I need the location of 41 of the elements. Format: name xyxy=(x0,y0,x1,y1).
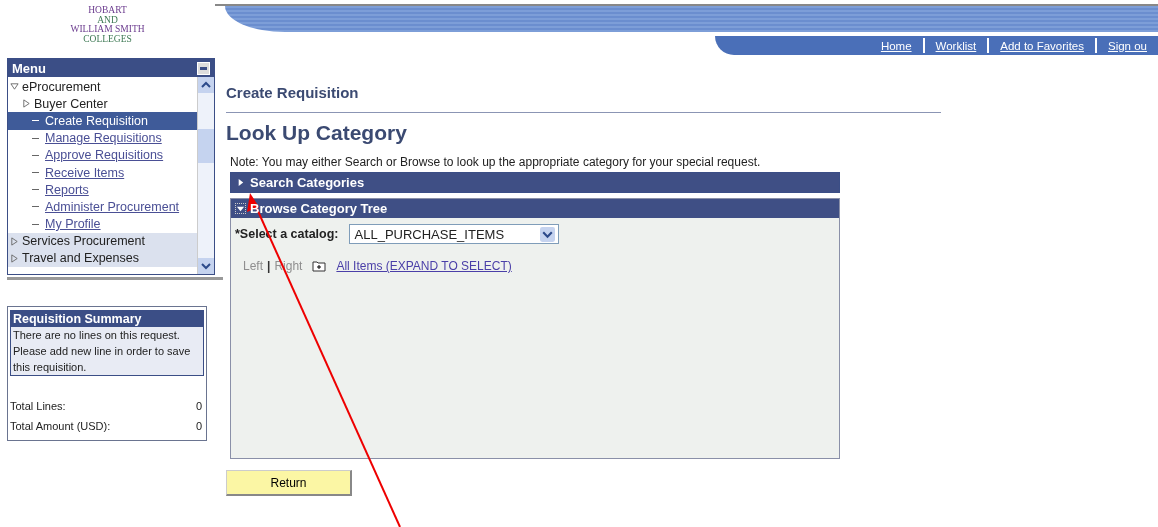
scroll-thumb[interactable] xyxy=(198,128,214,163)
menu-item[interactable]: Buyer Center xyxy=(8,95,197,113)
menu-item[interactable]: My Profile xyxy=(8,215,197,233)
menu-item[interactable]: Manage Requisitions xyxy=(8,129,197,147)
summary-message: There are no lines on this request. xyxy=(12,328,181,343)
summary-message: Please add new line in order to save this requisition. xyxy=(12,344,192,375)
total-value: 0 xyxy=(195,399,202,414)
caret-right-icon xyxy=(22,99,31,109)
total-label: Total Lines: xyxy=(10,399,66,414)
page-heading: Create Requisition xyxy=(226,83,360,101)
note-text: Note: You may either Search or Browse to look up the appropriate category for your special request. xyxy=(230,155,762,169)
menu-item[interactable]: Create Requisition xyxy=(8,112,197,130)
caret-right-icon xyxy=(236,178,245,187)
menu-item[interactable]: Receive Items xyxy=(8,163,197,182)
collapse-icon[interactable] xyxy=(197,61,210,75)
menu-item[interactable]: eProcurement xyxy=(8,78,197,96)
tree-root-link[interactable]: All Items (EXPAND TO SELECT) xyxy=(336,259,512,273)
scroll-up-icon[interactable] xyxy=(198,77,214,93)
menu-item[interactable]: Approve Requisitions xyxy=(8,146,197,164)
caret-down-icon xyxy=(10,82,19,92)
total-value: 0 xyxy=(195,419,202,434)
page-title: Look Up Category xyxy=(226,121,408,145)
caret-down-icon xyxy=(236,204,245,213)
separator-text: | xyxy=(267,259,271,273)
menu-item[interactable]: Reports xyxy=(8,181,197,199)
menu-item[interactable]: Services Procurement xyxy=(8,232,197,250)
catalog-dropdown[interactable]: ALL_PURCHASE_ITEMS xyxy=(348,224,559,244)
header-link[interactable]: Add to Favorites xyxy=(989,39,1095,52)
menu-item[interactable]: Administer Procurement xyxy=(8,198,197,216)
folder-plus-icon[interactable] xyxy=(312,260,327,272)
total-label: Total Amount (USD): xyxy=(10,419,111,434)
summary-title: Requisition Summary xyxy=(11,311,203,327)
header-link[interactable]: Sign ou xyxy=(1097,39,1158,52)
header-link[interactable]: Home xyxy=(869,39,923,52)
header-link[interactable]: Worklist xyxy=(924,39,988,52)
return-button[interactable]: Return xyxy=(226,470,352,496)
menu-title: Menu xyxy=(12,60,46,76)
college-logo: HOBART AND WILLIAM SMITH COLLEGES xyxy=(69,4,146,46)
section-header[interactable]: Search Categories xyxy=(231,173,839,192)
scroll-down-icon[interactable] xyxy=(198,258,214,274)
scrollbar[interactable] xyxy=(197,77,214,274)
